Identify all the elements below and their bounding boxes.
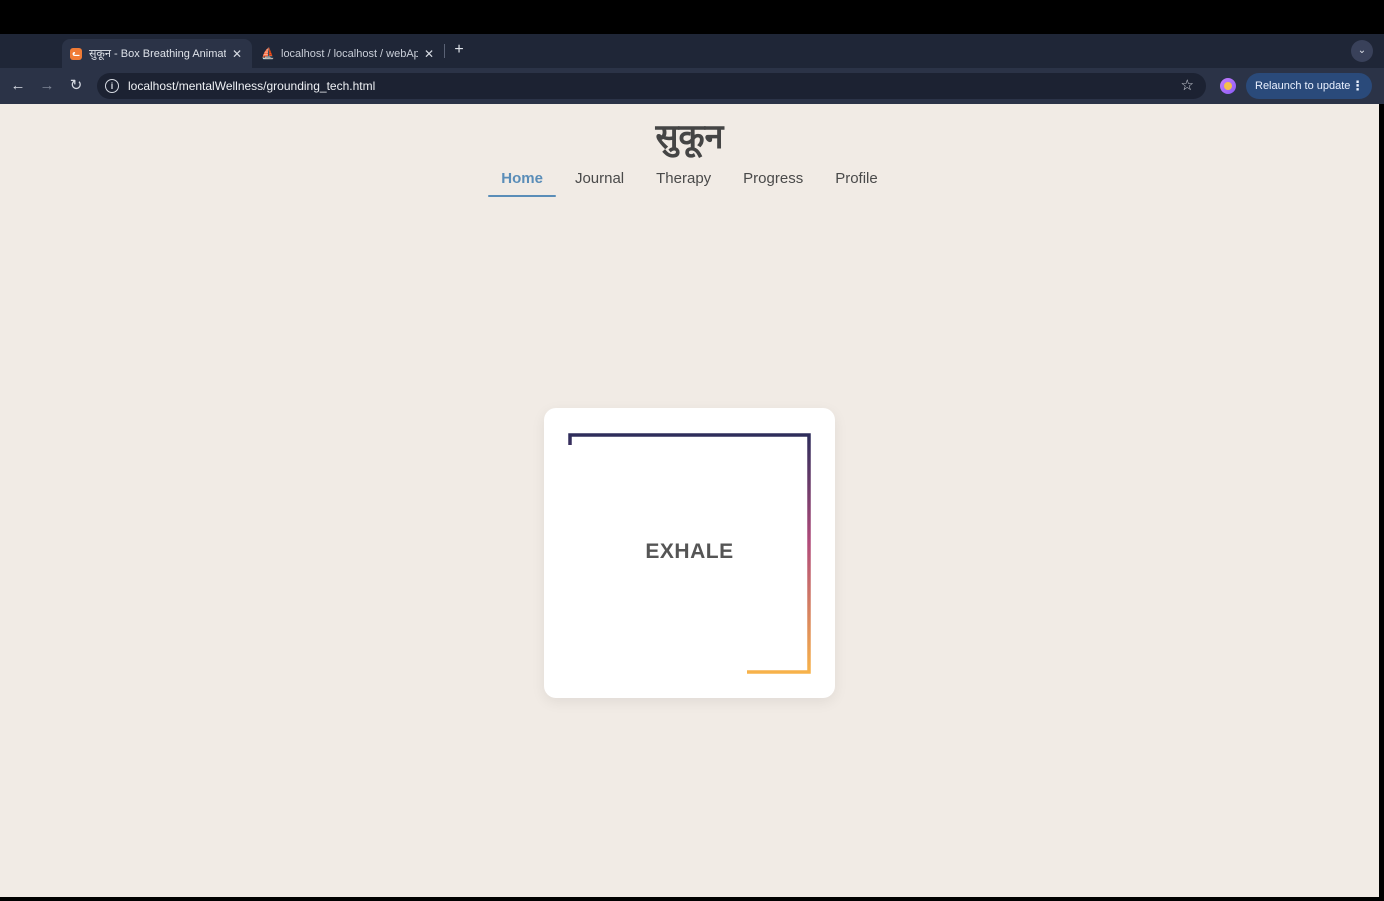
nav-therapy[interactable]: Therapy — [643, 168, 724, 197]
profile-avatar-icon[interactable] — [1220, 78, 1236, 94]
forward-arrow-icon[interactable]: → — [37, 76, 57, 96]
close-icon[interactable]: ✕ — [422, 47, 436, 61]
site-info-icon[interactable]: i — [105, 79, 119, 93]
window-bottom-edge — [0, 897, 1384, 901]
tab-title: सुकून - Box Breathing Animatio — [89, 48, 226, 60]
tab-title: localhost / localhost / webApp — [281, 47, 418, 60]
tab-separator — [444, 44, 445, 58]
nav-home[interactable]: Home — [488, 168, 556, 197]
window-top-bar — [0, 0, 1384, 34]
tab-box-breathing[interactable]: ᓚ सुकून - Box Breathing Animatio ✕ — [62, 39, 252, 68]
new-tab-icon[interactable]: + — [450, 40, 468, 60]
app-favicon-icon: ᓚ — [70, 47, 82, 60]
address-bar[interactable]: i localhost/mentalWellness/grounding_tec… — [97, 73, 1206, 99]
breathing-card: EXHALE — [544, 408, 835, 698]
tab-phpmyadmin[interactable]: ⛵ localhost / localhost / webApp ✕ — [254, 39, 444, 68]
nav-journal[interactable]: Journal — [562, 168, 637, 197]
page-content: सुकून Home Journal Therapy Progress Prof… — [0, 104, 1379, 897]
back-arrow-icon[interactable]: ← — [8, 76, 28, 96]
reload-icon[interactable]: ↻ — [66, 76, 86, 96]
nav-profile[interactable]: Profile — [822, 168, 891, 197]
main-nav: Home Journal Therapy Progress Profile — [0, 168, 1379, 197]
tab-strip: ᓚ सुकून - Box Breathing Animatio ✕ ⛵ loc… — [0, 34, 1384, 68]
site-logo: सुकून — [655, 117, 724, 157]
window-edge — [1379, 104, 1384, 901]
close-icon[interactable]: ✕ — [230, 47, 244, 61]
phpmyadmin-favicon-icon: ⛵ — [261, 48, 275, 60]
nav-progress[interactable]: Progress — [730, 168, 816, 197]
relaunch-label: Relaunch to update — [1255, 80, 1351, 92]
tab-search-chevron-icon[interactable]: ⌄ — [1351, 40, 1373, 62]
bookmark-star-icon[interactable]: ☆ — [1181, 76, 1194, 94]
url-text[interactable]: localhost/mentalWellness/grounding_tech.… — [128, 79, 375, 93]
more-menu-icon[interactable]: ⋮ — [1351, 73, 1364, 99]
breathing-phase-label: EXHALE — [645, 540, 734, 563]
relaunch-button[interactable]: Relaunch to update ⋮ — [1246, 73, 1372, 99]
